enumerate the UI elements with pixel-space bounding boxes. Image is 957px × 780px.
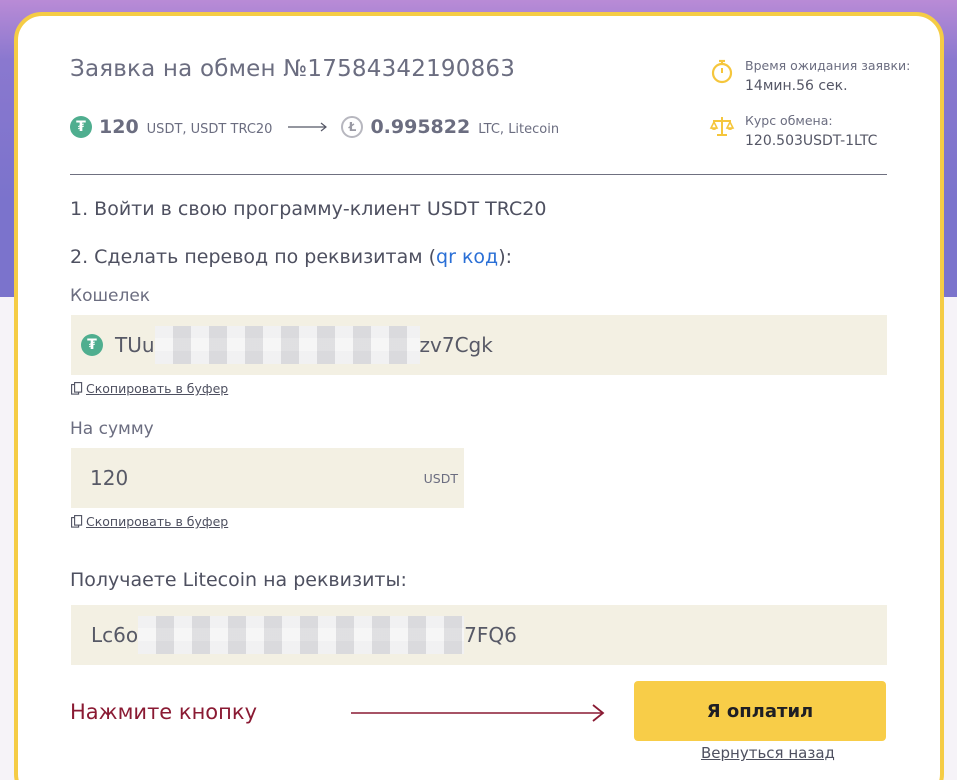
litecoin-icon: Ł: [341, 116, 364, 138]
wait-time-info: Время ожидания заявки: 14мин.56 сек.: [709, 58, 910, 94]
copy-sum-button[interactable]: Скопировать в буфер: [71, 514, 228, 529]
tether-icon: ₮: [70, 116, 92, 138]
copy-wallet-label: Скопировать в буфер: [86, 381, 229, 396]
go-back-link[interactable]: Вернуться назад: [701, 744, 835, 762]
step-2: 2. Сделать перевод по реквизитам (qr код…: [70, 246, 512, 268]
rate-label: Курс обмена:: [745, 113, 833, 128]
arrow-right-icon: [288, 122, 328, 132]
i-paid-button[interactable]: Я оплатил: [634, 681, 886, 741]
to-currency: LTC, Litecoin: [478, 121, 560, 137]
receive-address-field[interactable]: Lc6o 7FQ6: [71, 605, 887, 665]
sum-value: 120: [90, 466, 129, 490]
copy-sum-label: Скопировать в буфер: [86, 514, 229, 529]
sum-currency: USDT: [423, 470, 458, 486]
step-2-suffix: ):: [498, 246, 513, 268]
copy-wallet-button[interactable]: Скопировать в буфер: [71, 381, 228, 396]
step-2-prefix: 2. Сделать перевод по реквизитам (: [70, 246, 437, 268]
redacted-receive-address: [138, 616, 465, 654]
wallet-label: Кошелек: [70, 286, 151, 306]
sum-label: На сумму: [70, 419, 154, 439]
wallet-prefix: TUu: [115, 333, 155, 357]
arrow-right-icon: [351, 704, 605, 722]
sum-field[interactable]: 120 USDT: [71, 448, 464, 508]
copy-icon: [71, 382, 83, 395]
tether-icon: ₮: [81, 334, 103, 356]
stopwatch-icon: [711, 59, 733, 84]
scales-icon: [709, 117, 735, 136]
wait-label: Время ожидания заявки:: [745, 58, 911, 73]
qr-code-link[interactable]: qr код: [436, 246, 498, 268]
exchange-rate-info: Курс обмена: 120.503USDT-1LTC: [709, 113, 877, 149]
receive-prefix: Lc6o: [91, 623, 139, 647]
rate-value: 120.503USDT-1LTC: [745, 133, 878, 149]
step-1: 1. Войти в свою программу-клиент USDT TR…: [70, 198, 547, 220]
wait-value: 14мин.56 сек.: [745, 78, 848, 94]
page-title: Заявка на обмен №17584342190863: [70, 56, 516, 82]
wallet-field[interactable]: ₮ TUu zv7Cgk: [71, 315, 887, 375]
receive-label: Получаете Litecoin на реквизиты:: [70, 569, 407, 591]
from-amount: 120: [99, 116, 139, 138]
exchange-summary: ₮ 120 USDT, USDT TRC20 Ł 0.995822 LTC, L…: [70, 116, 559, 138]
press-button-hint: Нажмите кнопку: [70, 700, 258, 724]
redacted-wallet-address: [154, 326, 420, 364]
divider: [70, 174, 887, 175]
from-currency: USDT, USDT TRC20: [146, 121, 273, 137]
copy-icon: [71, 515, 83, 528]
wallet-suffix: zv7Cgk: [419, 333, 493, 357]
to-amount: 0.995822: [370, 116, 471, 138]
receive-suffix: 7FQ6: [464, 623, 517, 647]
